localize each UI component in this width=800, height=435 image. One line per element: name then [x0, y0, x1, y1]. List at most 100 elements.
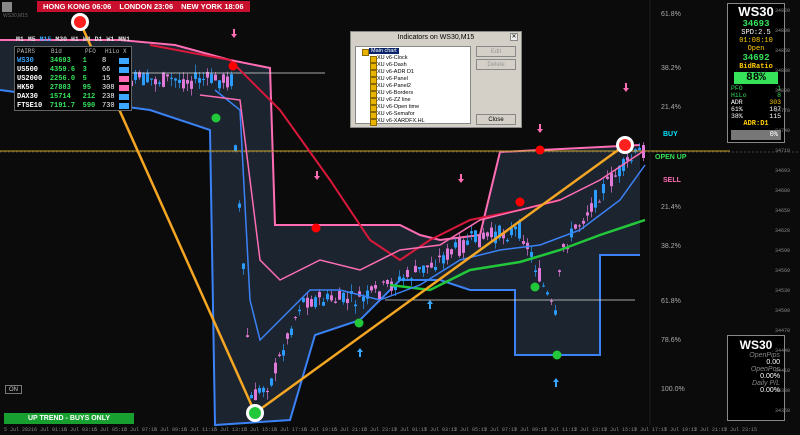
dialog-title-bar[interactable]: Indicators on WS30,M15 ✕ — [351, 32, 521, 43]
timeframe-mn1[interactable]: MN1 — [118, 36, 130, 46]
tree-item[interactable]: XU v6-Clock — [367, 55, 467, 63]
candle-body — [266, 390, 269, 393]
candle-body — [374, 285, 377, 289]
candle-body — [222, 74, 225, 83]
tree-item[interactable]: XU v6-ZZ line — [367, 97, 467, 105]
fib-label: 61.8% — [661, 11, 681, 18]
table-row[interactable]: FTSE10 7191.7 590 730 — [15, 101, 131, 110]
panel-pct1: 61% — [731, 106, 743, 113]
candle-body — [606, 176, 609, 179]
time-tick: 5 Jul 2021 — [4, 427, 35, 433]
candle-body — [310, 299, 313, 307]
tree-item[interactable]: XU v6-Panel — [367, 76, 467, 84]
candle-body — [262, 387, 265, 393]
tree-item[interactable]: XU v6-Semafor — [367, 111, 467, 119]
session-new-york: NEW YORK 18:06 — [181, 2, 244, 11]
timeframe-w1[interactable]: W1 — [106, 36, 114, 46]
table-row[interactable]: US500 4359.6 3 66 — [15, 65, 131, 74]
candle-body — [234, 145, 237, 152]
candle-body — [282, 350, 285, 356]
candle-body — [422, 265, 425, 273]
timeframe-m5[interactable]: M5 — [28, 36, 36, 46]
buy-dot — [530, 282, 540, 292]
price-tick: 34740 — [775, 128, 791, 134]
candle-body — [174, 78, 177, 81]
timeframe-m15[interactable]: M15 — [40, 36, 52, 46]
candle-body — [258, 388, 261, 393]
tree-item[interactable]: XU v6-Dash — [367, 62, 467, 70]
tree-root[interactable]: Main chart — [359, 48, 467, 56]
pair-name: HK50 — [17, 83, 34, 92]
price-tick: 34650 — [775, 208, 791, 214]
table-row[interactable]: WS30 34693 1 8 — [15, 56, 131, 65]
dialog-title: Indicators on WS30,M15 — [397, 34, 475, 41]
candle-body — [346, 298, 349, 304]
candle-body — [474, 230, 477, 242]
pairs-dashboard: PAIRS Bid PFO HiLo X WS30 34693 1 8 US500 435… — [14, 46, 132, 111]
pair-color-swatch — [119, 84, 129, 91]
pair-name: US2000 — [17, 74, 43, 83]
on-toggle[interactable]: ON — [5, 385, 22, 394]
candle-body — [142, 73, 145, 86]
indicator-tree[interactable]: Main chart XU v6-Clock XU v6-Dash XU v6-AD… — [355, 46, 471, 126]
tree-item[interactable]: XU v6-Panel2 — [367, 83, 467, 91]
candle-body — [478, 234, 481, 248]
tree-item[interactable]: XU v6-Open time — [367, 104, 467, 112]
tree-item[interactable]: XU v6-XARDFX.HL — [367, 118, 467, 126]
price-tick: 34350 — [775, 408, 791, 414]
candle-body — [334, 301, 337, 303]
pairs-col-hilo: HiLo — [105, 48, 120, 55]
buy-dot — [552, 350, 562, 360]
open-pips-label: OpenPips — [749, 352, 780, 359]
pair-color-swatch — [119, 93, 129, 100]
candle-body — [534, 270, 537, 273]
time-tick: 6 Jul 19:15 — [304, 427, 338, 433]
table-row[interactable]: US2000 2256.0 5 15 — [15, 74, 131, 83]
time-tick: 7 Jul 13:15 — [574, 427, 608, 433]
price-tick: 34710 — [775, 148, 791, 154]
pair-bid: 7191.7 — [49, 101, 76, 110]
time-tick: 7 Jul 07:15 — [484, 427, 518, 433]
candle-body — [574, 224, 577, 229]
time-tick: 6 Jul 13:15 — [214, 427, 248, 433]
price-tick: 34530 — [775, 288, 791, 294]
buy-dot — [211, 113, 221, 123]
chart-symbol-label: WS30,M15 — [3, 13, 28, 19]
pair-bid: 4359.6 — [49, 65, 76, 74]
fib-label: 78.6% — [661, 337, 681, 344]
timeframe-h1[interactable]: H1 — [71, 36, 79, 46]
edit-button[interactable]: Edit — [476, 46, 516, 57]
candle-body — [338, 291, 341, 300]
table-row[interactable]: DAX30 15714 212 238 — [15, 92, 131, 101]
time-tick: 7 Jul 11:15 — [544, 427, 578, 433]
trend-banner: UP TREND - BUYS ONLY — [4, 413, 134, 424]
timeframe-m30[interactable]: M30 — [55, 36, 67, 46]
sell-label: SELL — [663, 177, 681, 184]
tree-item[interactable]: XU v6-Borders — [367, 90, 467, 98]
fib-label: 21.4% — [661, 204, 681, 211]
time-tick: 6 Jul 11:15 — [184, 427, 218, 433]
delete-button[interactable]: Delete — [476, 59, 516, 70]
close-button[interactable]: Close — [476, 114, 516, 125]
candle-body — [550, 300, 553, 302]
indicators-dialog[interactable]: Indicators on WS30,M15 ✕ Main chart XU v… — [350, 31, 522, 128]
table-row[interactable]: HK50 27803 95 308 — [15, 83, 131, 92]
close-icon[interactable]: ✕ — [510, 33, 518, 41]
timeframe-h4[interactable]: H4 — [83, 36, 91, 46]
candle-body — [294, 317, 297, 319]
time-tick: 7 Jul 17:15 — [634, 427, 668, 433]
tree-item[interactable]: XU v6-ADR D1 — [367, 69, 467, 77]
timeframe-d1[interactable]: D1 — [95, 36, 103, 46]
panel-zero-pct: 0% — [731, 130, 781, 140]
timeframe-m1[interactable]: M1 — [16, 36, 24, 46]
candle-body — [514, 226, 517, 230]
buy-dot — [354, 318, 364, 328]
pairs-col-pair: PAIRS — [17, 48, 36, 55]
candle-body — [382, 281, 385, 283]
sell-dot — [515, 197, 525, 207]
fib-label: 38.2% — [661, 65, 681, 72]
candle-body — [398, 276, 401, 281]
open-pos-value: 0.00% — [760, 373, 780, 380]
time-tick: 6 Jul 07:15 — [124, 427, 158, 433]
candle-body — [470, 231, 473, 234]
